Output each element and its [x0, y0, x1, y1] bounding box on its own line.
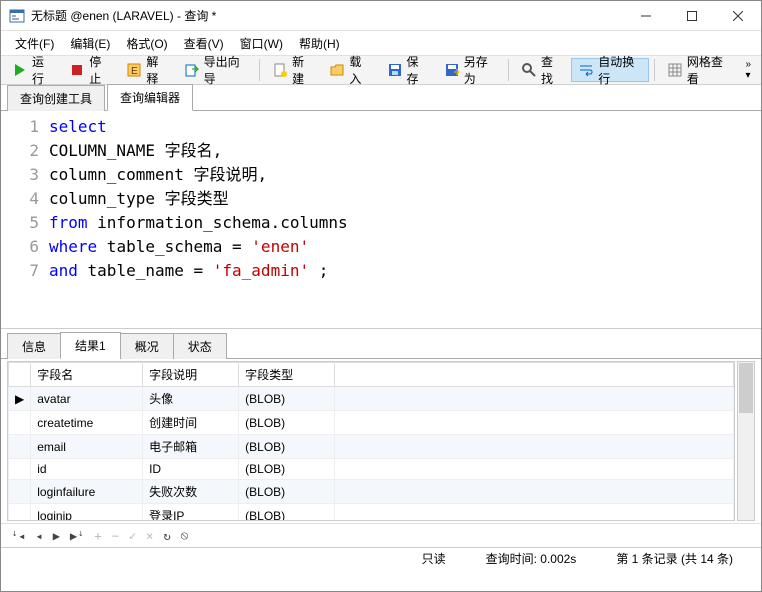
explain-button[interactable]: E解释: [119, 58, 174, 82]
window-title: 无标题 @enen (LARAVEL) - 查询 *: [31, 7, 623, 24]
menu-view[interactable]: 查看(V): [176, 33, 232, 54]
grid-icon: [667, 62, 683, 78]
status-bar: 只读 查询时间: 0.002s 第 1 条记录 (共 14 条): [1, 547, 761, 569]
nav-prev[interactable]: ◂: [35, 529, 42, 543]
col-header[interactable]: 字段说明: [143, 363, 239, 387]
nav-add[interactable]: +: [94, 529, 101, 543]
search-icon: [521, 62, 537, 78]
load-icon: [329, 62, 345, 78]
load-button[interactable]: 载入: [322, 58, 377, 82]
explain-icon: E: [126, 62, 142, 78]
nav-cancel[interactable]: ×: [146, 529, 153, 543]
nav-apply[interactable]: ✓: [129, 529, 136, 543]
status-records: 第 1 条记录 (共 14 条): [596, 550, 753, 567]
result-grid[interactable]: 字段名 字段说明 字段类型 ▶avatar头像(BLOB)createtime创…: [7, 361, 735, 521]
export-icon: [184, 62, 200, 78]
result-tabs: 信息 结果1 概况 状态: [1, 333, 761, 359]
table-row[interactable]: idID(BLOB): [9, 459, 734, 480]
table-row[interactable]: loginfailure失败次数(BLOB): [9, 480, 734, 504]
menu-format[interactable]: 格式(O): [118, 33, 175, 54]
toolbar: 运行 停止 E解释 导出向导 新建 载入 保存 另存为 查找 自动换行 网格查看…: [1, 55, 761, 85]
nav-next[interactable]: ▶: [53, 529, 60, 543]
wrap-icon: [578, 62, 594, 78]
app-icon: [9, 8, 25, 24]
title-bar: 无标题 @enen (LARAVEL) - 查询 *: [1, 1, 761, 31]
tab-profile[interactable]: 概况: [120, 333, 174, 359]
nav-stop[interactable]: ⦸: [181, 528, 189, 543]
menu-bar: 文件(F) 编辑(E) 格式(O) 查看(V) 窗口(W) 帮助(H): [1, 31, 761, 55]
separator: [654, 59, 655, 81]
status-querytime: 查询时间: 0.002s: [466, 550, 597, 567]
new-icon: [272, 62, 288, 78]
svg-text:E: E: [131, 66, 138, 77]
record-navigator: ꜜ◂ ◂ ▶ ▶ꜜ + − ✓ × ↻ ⦸: [1, 523, 761, 547]
menu-edit[interactable]: 编辑(E): [62, 33, 118, 54]
find-button[interactable]: 查找: [514, 58, 569, 82]
close-button[interactable]: [715, 1, 761, 30]
maximize-button[interactable]: [669, 1, 715, 30]
nav-last[interactable]: ▶ꜜ: [70, 529, 84, 543]
saveas-button[interactable]: 另存为: [437, 58, 503, 82]
editor-tabs: 查询创建工具 查询编辑器: [1, 85, 761, 111]
status-readonly: 只读: [402, 550, 466, 567]
tab-info[interactable]: 信息: [7, 333, 61, 359]
table-row[interactable]: createtime创建时间(BLOB): [9, 411, 734, 435]
menu-help[interactable]: 帮助(H): [291, 33, 348, 54]
col-header[interactable]: 字段类型: [239, 363, 335, 387]
separator: [259, 59, 260, 81]
row-indicator-header: [9, 363, 31, 387]
tab-query-builder[interactable]: 查询创建工具: [7, 85, 105, 111]
new-button[interactable]: 新建: [265, 58, 320, 82]
separator: [508, 59, 509, 81]
play-icon: [12, 62, 28, 78]
save-button[interactable]: 保存: [380, 58, 435, 82]
tab-query-editor[interactable]: 查询编辑器: [107, 84, 193, 111]
wrap-button[interactable]: 自动换行: [571, 58, 649, 82]
menu-file[interactable]: 文件(F): [7, 33, 62, 54]
gridview-button[interactable]: 网格查看: [660, 58, 738, 82]
line-gutter: 1234567: [1, 111, 49, 328]
nav-delete[interactable]: −: [112, 529, 119, 543]
save-icon: [387, 62, 403, 78]
vertical-scrollbar[interactable]: [737, 361, 755, 521]
nav-first[interactable]: ꜜ◂: [11, 529, 25, 543]
saveas-icon: [444, 62, 460, 78]
table-row[interactable]: loginip登录IP(BLOB): [9, 504, 734, 522]
nav-refresh[interactable]: ↻: [163, 529, 170, 543]
minimize-button[interactable]: [623, 1, 669, 30]
toolbar-overflow[interactable]: »▾: [739, 59, 757, 81]
run-button[interactable]: 运行: [5, 58, 60, 82]
table-row[interactable]: ▶avatar头像(BLOB): [9, 387, 734, 411]
tab-result1[interactable]: 结果1: [60, 332, 121, 359]
export-wizard-button[interactable]: 导出向导: [177, 58, 255, 82]
col-header[interactable]: 字段名: [31, 363, 143, 387]
code-area[interactable]: selectCOLUMN_NAME 字段名,column_comment 字段说…: [49, 111, 761, 328]
stop-button[interactable]: 停止: [62, 58, 117, 82]
stop-icon: [69, 62, 85, 78]
table-row[interactable]: email电子邮箱(BLOB): [9, 435, 734, 459]
sql-editor[interactable]: 1234567 selectCOLUMN_NAME 字段名,column_com…: [1, 111, 761, 329]
menu-window[interactable]: 窗口(W): [232, 33, 291, 54]
tab-status[interactable]: 状态: [173, 333, 227, 359]
